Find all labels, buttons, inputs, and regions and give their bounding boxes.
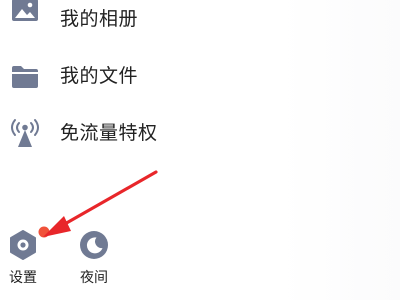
settings-label: 设置 [9,270,37,286]
night-mode-button[interactable]: 夜间 [72,229,116,289]
photo-album-icon [12,0,38,21]
night-label: 夜间 [80,270,108,286]
menu-item-label: 我的相册 [60,8,139,30]
menu-item-free-traffic[interactable]: 免流量特权 [0,113,300,153]
menu-item-label: 我的文件 [60,65,139,87]
menu-item-label: 免流量特权 [60,122,158,144]
moon-icon [80,231,108,259]
sidebar-menu-panel: 我的相册 我的文件 免流量特权 设置 夜间 [0,0,400,300]
signal-tower-icon [11,119,39,147]
folder-icon [12,66,38,88]
settings-button[interactable]: 设置 [1,229,45,289]
settings-hexagon-icon [10,230,36,260]
red-arrow-icon [43,170,158,237]
menu-item-my-album[interactable]: 我的相册 [0,0,300,40]
menu-item-my-files[interactable]: 我的文件 [0,56,300,96]
